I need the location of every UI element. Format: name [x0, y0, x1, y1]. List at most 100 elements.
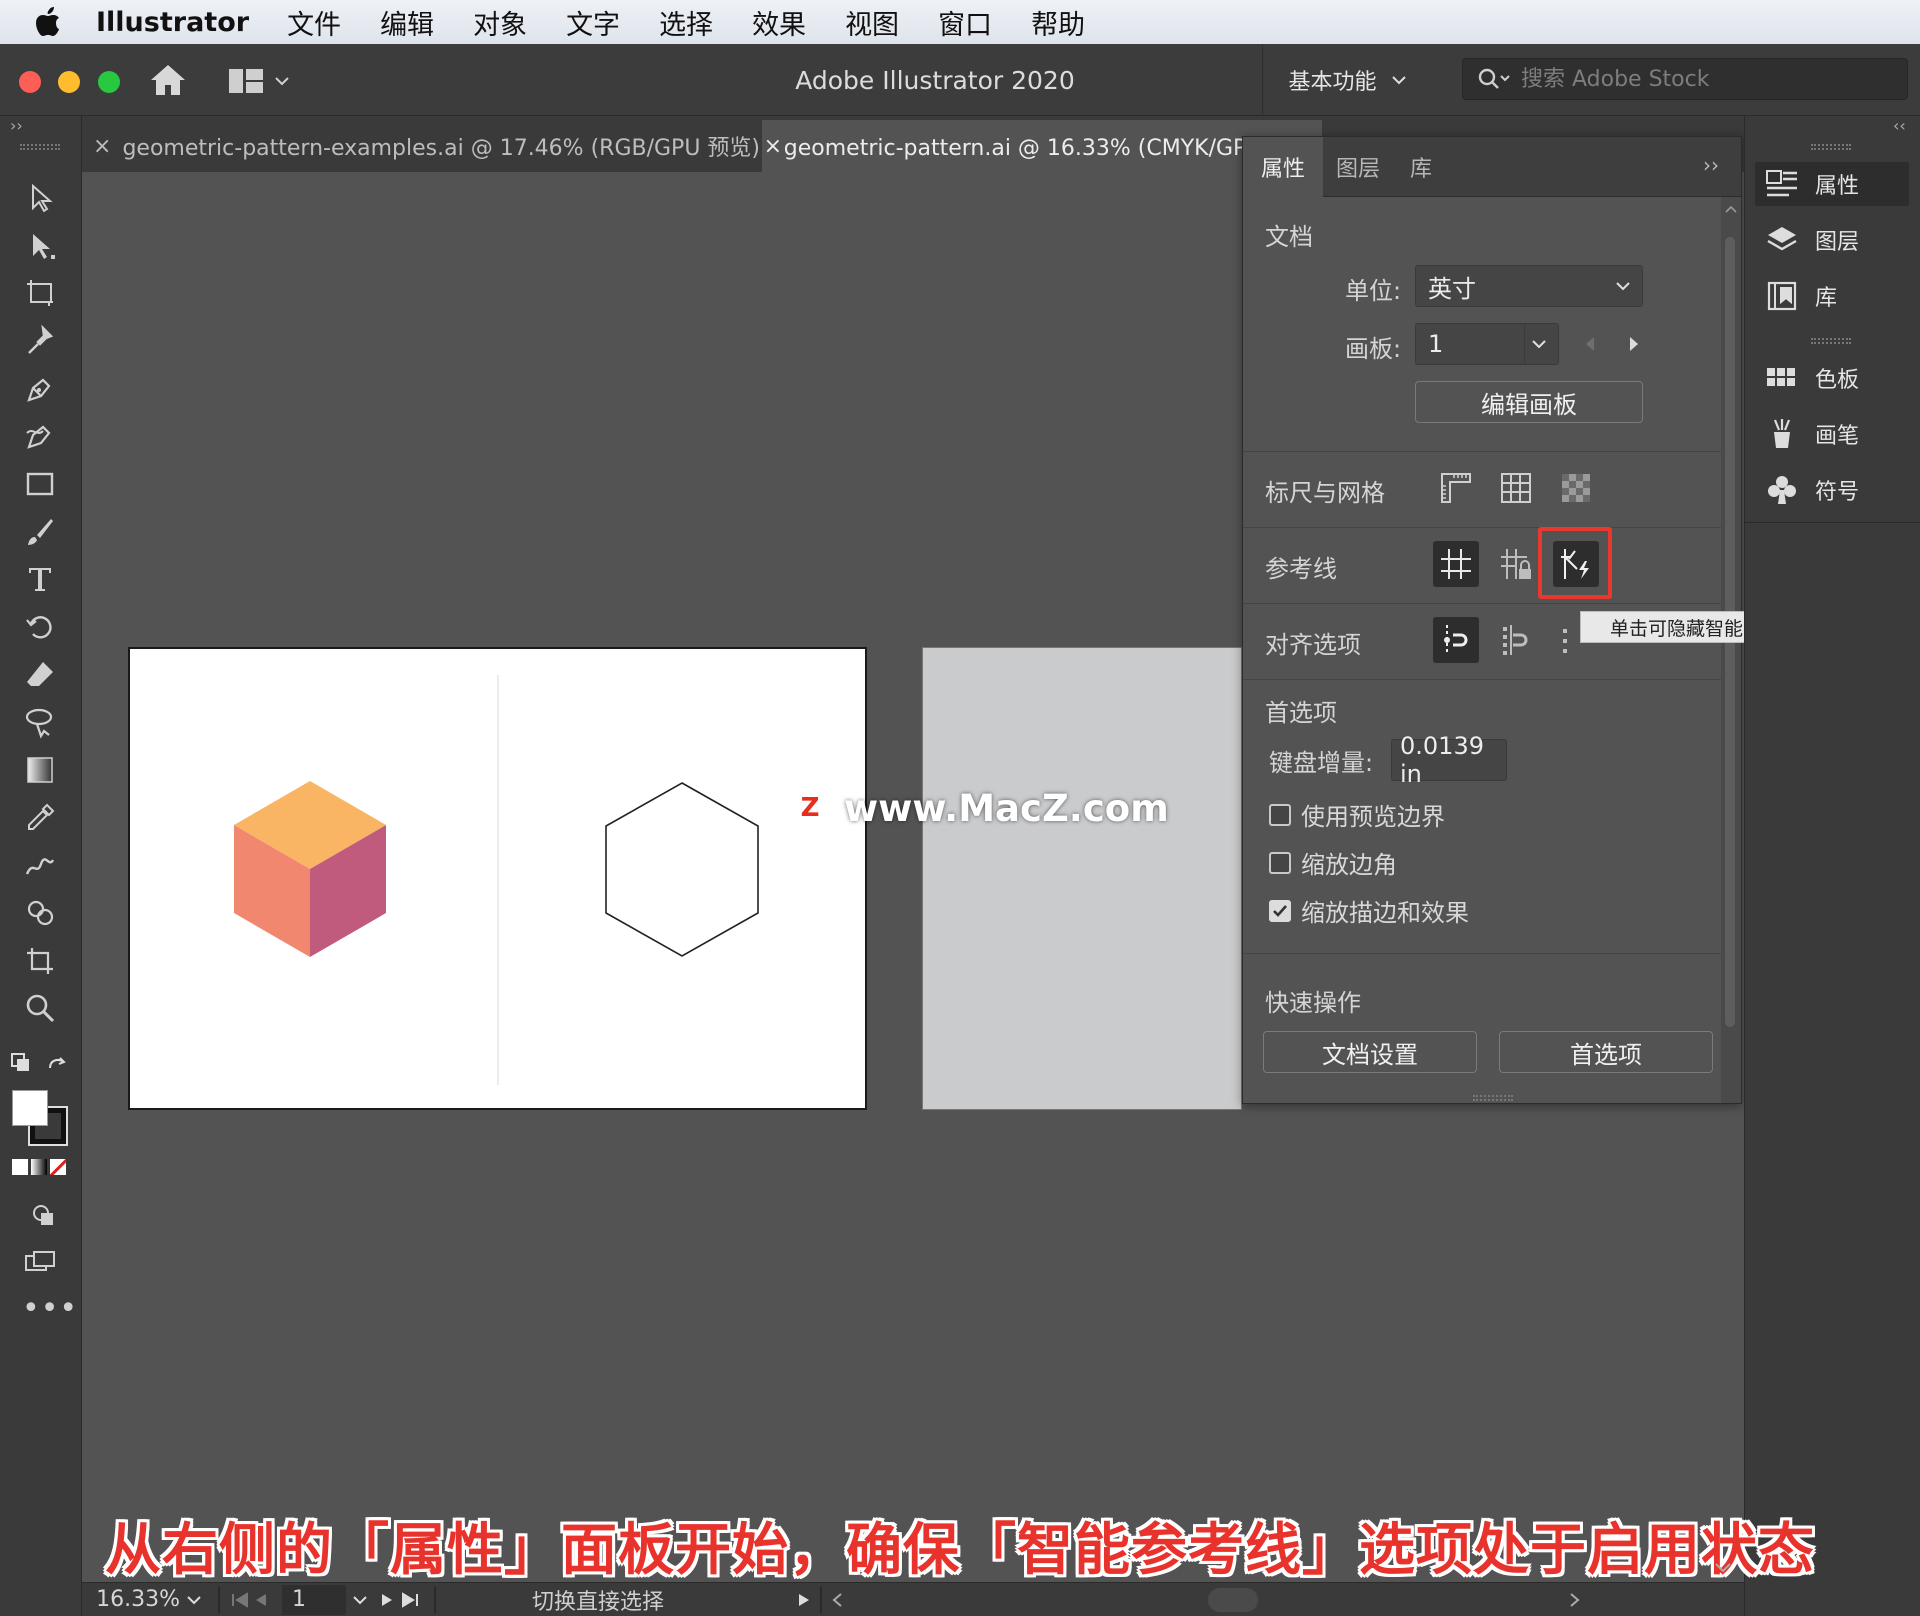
pen-tool-icon[interactable] [14, 369, 66, 409]
workspace-switcher[interactable]: 基本功能 [1262, 44, 1432, 116]
close-tab-icon[interactable]: × [82, 134, 122, 159]
zoom-tool-icon[interactable] [14, 988, 66, 1028]
horizontal-scrollbar-thumb[interactable] [1208, 1587, 1259, 1612]
artboard-number-field[interactable]: 1 [282, 1584, 346, 1615]
color-mode-buttons[interactable] [12, 1159, 68, 1179]
checkbox-unchecked[interactable] [1269, 803, 1291, 826]
scroll-left-icon[interactable] [828, 1592, 848, 1608]
last-artboard-icon[interactable] [400, 1591, 424, 1608]
dock-item-libraries[interactable]: 库 [1755, 274, 1909, 318]
tab-layers[interactable]: 图层 [1325, 137, 1391, 197]
scroll-right-icon[interactable] [1564, 1592, 1584, 1608]
artboard-dropdown[interactable]: 1 [1415, 323, 1559, 365]
transparency-grid-icon[interactable] [1553, 465, 1599, 511]
tab-geometric-pattern-examples[interactable]: × geometric-pattern-examples.ai @ 17.46%… [82, 120, 760, 172]
checkbox-checked[interactable] [1269, 899, 1291, 922]
paintbrush-tool-icon[interactable] [14, 512, 66, 552]
use-preview-bounds-checkbox[interactable]: 使用预览边界 [1269, 797, 1445, 832]
scale-strokes-effects-checkbox[interactable]: 缩放描边和效果 [1269, 893, 1469, 928]
artboard-2[interactable] [922, 647, 1242, 1110]
grid-icon[interactable] [1493, 465, 1539, 511]
dock-grip[interactable] [1811, 144, 1851, 150]
stock-search-box[interactable] [1462, 58, 1908, 100]
direct-selection-tool-icon[interactable] [14, 226, 66, 266]
tab-properties[interactable]: 属性 [1243, 137, 1323, 197]
gradient-tool-icon[interactable] [14, 750, 66, 790]
preferences-button[interactable]: 首选项 [1499, 1031, 1713, 1073]
panel-collapse-icon[interactable]: ›› [1703, 153, 1719, 177]
menu-select[interactable]: 选择 [659, 3, 713, 42]
chevron-down-icon[interactable] [180, 1593, 208, 1607]
menu-help[interactable]: 帮助 [1031, 3, 1085, 42]
eyedropper-tool-icon[interactable] [14, 798, 66, 838]
curvature-tool-icon[interactable] [14, 416, 66, 456]
next-artboard-icon[interactable] [374, 1592, 400, 1608]
search-icon [1478, 68, 1510, 89]
ruler-icon[interactable] [1433, 465, 1479, 511]
panel-resize-grip[interactable] [1473, 1095, 1513, 1101]
menu-view[interactable]: 视图 [845, 3, 899, 42]
type-tool-icon[interactable] [14, 559, 66, 599]
scale-corners-checkbox[interactable]: 缩放边角 [1269, 845, 1397, 880]
menu-type[interactable]: 文字 [566, 3, 620, 42]
snap-to-point-icon[interactable] [1433, 617, 1479, 663]
fill-stroke-swatch[interactable] [10, 1088, 68, 1146]
next-artboard-icon[interactable] [1627, 335, 1641, 353]
menu-window[interactable]: 窗口 [938, 3, 992, 42]
apple-icon[interactable] [0, 7, 96, 37]
crop-artboard-icon[interactable] [14, 941, 66, 981]
hexagon-outline[interactable] [602, 781, 762, 961]
document-setup-button[interactable]: 文档设置 [1263, 1031, 1477, 1073]
swap-fill-stroke-icon[interactable] [10, 1050, 70, 1080]
tab-geometric-pattern[interactable]: × geometric-pattern.ai @ 16.33% (CMYK/GP… [762, 120, 1322, 172]
collapse-dock-icon[interactable]: ‹‹ [1893, 116, 1906, 135]
first-artboard-icon[interactable] [230, 1591, 250, 1608]
current-tool-hint: 切换直接选择 [532, 1589, 665, 1615]
tab-label: geometric-pattern-examples.ai @ 17.46% (… [122, 136, 760, 161]
dock-item-symbols[interactable]: 符号 [1755, 468, 1909, 512]
zoom-field[interactable]: 16.33% [90, 1584, 180, 1616]
menu-effect[interactable]: 效果 [752, 3, 806, 42]
isometric-cube[interactable] [230, 781, 390, 961]
close-tab-icon[interactable]: × [762, 134, 784, 159]
artboard-1[interactable] [128, 647, 867, 1110]
dock-item-swatches[interactable]: 色板 [1755, 356, 1909, 400]
collapse-toolbar-icon[interactable]: ›› [10, 116, 23, 135]
panel-scrollbar[interactable] [1721, 197, 1741, 1103]
menu-object[interactable]: 对象 [473, 3, 527, 42]
blend-tool-icon[interactable] [14, 845, 66, 885]
draw-mode-icon[interactable] [18, 1196, 70, 1236]
dock-item-layers[interactable]: 图层 [1755, 218, 1909, 262]
previous-artboard-icon[interactable] [1583, 335, 1597, 353]
chevron-down-icon[interactable] [346, 1593, 374, 1607]
show-guides-icon[interactable] [1433, 541, 1479, 587]
rectangle-tool-icon[interactable] [14, 464, 66, 504]
snap-to-pixel-icon[interactable] [1493, 617, 1539, 663]
dock-item-brushes[interactable]: 画笔 [1755, 412, 1909, 456]
previous-artboard-icon[interactable] [250, 1592, 274, 1608]
screen-mode-icon[interactable] [14, 1243, 66, 1283]
lock-guides-icon[interactable] [1493, 541, 1539, 587]
keyboard-increment-field[interactable]: 0.0139 in [1391, 732, 1507, 788]
stock-search-input[interactable] [1521, 66, 1881, 92]
toolbar-grip[interactable] [20, 144, 60, 150]
checkbox-unchecked[interactable] [1269, 851, 1291, 874]
edit-toolbar-icon[interactable]: ••• [22, 1291, 78, 1326]
menu-edit[interactable]: 编辑 [380, 3, 434, 42]
dock-grip[interactable] [1811, 338, 1851, 344]
dock-item-properties[interactable]: 属性 [1755, 162, 1909, 206]
puppet-warp-tool-icon[interactable] [14, 321, 66, 361]
lasso-tool-icon[interactable] [14, 702, 66, 742]
app-menu[interactable]: Illustrator [96, 7, 249, 38]
units-dropdown[interactable]: 英寸 [1415, 265, 1643, 307]
artboard-tool-icon[interactable] [14, 273, 66, 313]
scroll-down-icon[interactable] [1714, 1562, 1732, 1574]
selection-tool-icon[interactable] [14, 178, 66, 218]
shape-builder-tool-icon[interactable] [14, 893, 66, 933]
rotate-tool-icon[interactable] [14, 607, 66, 647]
eraser-tool-icon[interactable] [14, 655, 66, 695]
tab-libraries[interactable]: 库 [1393, 137, 1449, 197]
menu-file[interactable]: 文件 [287, 3, 341, 42]
status-menu-icon[interactable] [794, 1592, 814, 1608]
edit-artboards-button[interactable]: 编辑画板 [1415, 381, 1643, 423]
